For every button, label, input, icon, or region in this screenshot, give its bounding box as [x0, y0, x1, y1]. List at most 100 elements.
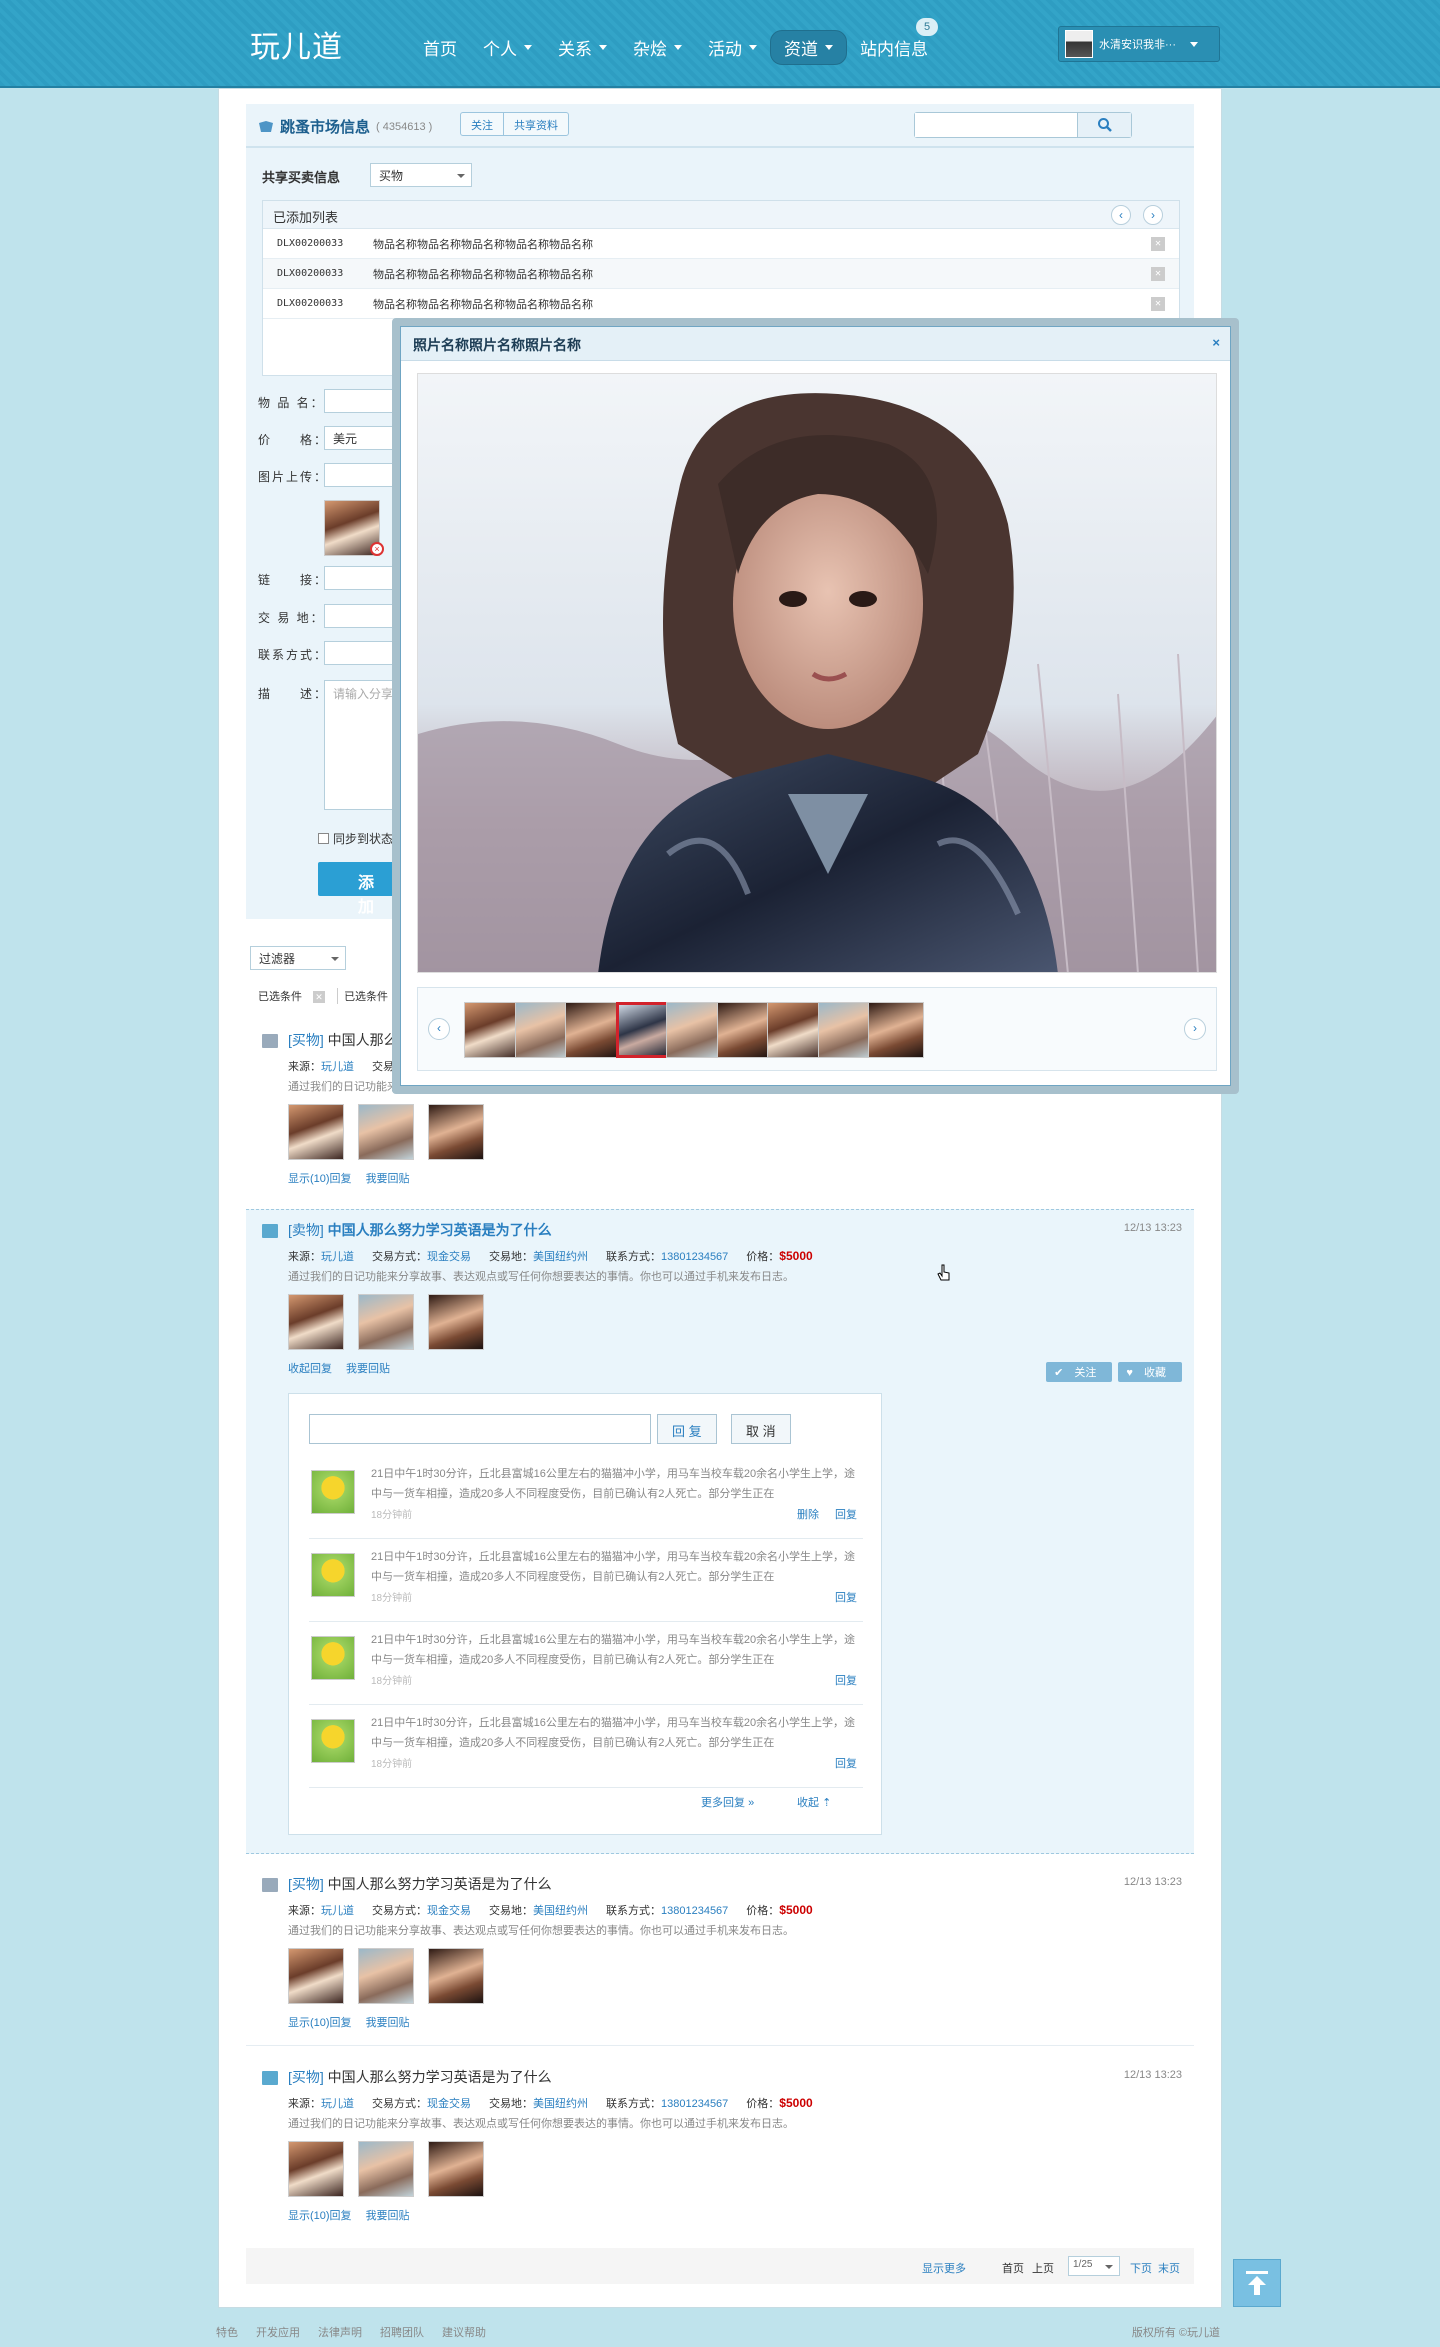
- share-materials-button[interactable]: 共享资料: [503, 113, 568, 135]
- footer-link[interactable]: 建议帮助: [442, 2324, 486, 2340]
- show-replies-link[interactable]: 显示(10)回复: [288, 1170, 352, 1186]
- close-icon[interactable]: ×: [1212, 335, 1220, 350]
- nav-activities[interactable]: 活动: [695, 30, 770, 65]
- avatar[interactable]: [311, 1470, 355, 1514]
- reply-submit-button[interactable]: 回 复: [657, 1414, 717, 1444]
- post-source-value[interactable]: 玩儿道: [321, 1905, 354, 1917]
- nav-misc[interactable]: 杂烩: [620, 30, 695, 65]
- nav-resources[interactable]: 资道: [770, 30, 847, 65]
- post-thumb[interactable]: [428, 1294, 484, 1350]
- avatar[interactable]: [311, 1719, 355, 1763]
- photo-thumb[interactable]: [565, 1002, 621, 1058]
- delete-comment-link[interactable]: 删除: [797, 1506, 819, 1522]
- avatar[interactable]: [311, 1636, 355, 1680]
- share-type-select[interactable]: 买物: [370, 163, 472, 187]
- footer-link[interactable]: 特色: [216, 2324, 238, 2340]
- post-thumb[interactable]: [358, 1948, 414, 2004]
- post-place-value[interactable]: 美国纽约州: [533, 1251, 588, 1263]
- first-page-link[interactable]: 首页: [1002, 2260, 1024, 2276]
- footer-link[interactable]: 开发应用: [256, 2324, 300, 2340]
- photo-thumb[interactable]: [514, 1002, 571, 1058]
- photo-thumb[interactable]: [666, 1002, 722, 1058]
- photo-thumb[interactable]: [817, 1002, 874, 1058]
- post-title[interactable]: [卖物] 中国人那么努力学习英语是为了什么: [288, 1220, 552, 1240]
- user-menu[interactable]: 水清安识我非···: [1058, 26, 1220, 62]
- post-trade-value[interactable]: 现金交易: [427, 1251, 471, 1263]
- filter-chip[interactable]: 已选条件 ✕: [258, 988, 326, 1004]
- photo-thumb[interactable]: [615, 1002, 672, 1058]
- reply-comment-link[interactable]: 回复: [835, 1589, 857, 1605]
- collapse-link[interactable]: 收起 ⇡: [797, 1794, 831, 1810]
- remove-icon[interactable]: ✕: [313, 991, 326, 1003]
- page-select[interactable]: 1/25: [1068, 2256, 1120, 2276]
- last-page-link[interactable]: 末页: [1158, 2260, 1180, 2276]
- prev-page-link[interactable]: 上页: [1032, 2260, 1054, 2276]
- prev-arrow-icon[interactable]: ‹: [1111, 205, 1131, 225]
- photo-main-image[interactable]: [417, 373, 1217, 973]
- reply-comment-link[interactable]: 回复: [835, 1672, 857, 1688]
- post-place-value[interactable]: 美国纽约州: [533, 2098, 588, 2110]
- remove-icon[interactable]: ✕: [1151, 296, 1165, 311]
- reply-cancel-button[interactable]: 取 消: [731, 1414, 791, 1444]
- remove-icon[interactable]: ✕: [1151, 236, 1165, 251]
- show-replies-link[interactable]: 显示(10)回复: [288, 2207, 352, 2223]
- post-thumb[interactable]: [428, 1948, 484, 2004]
- post-thumb[interactable]: [288, 1104, 344, 1160]
- show-more-link[interactable]: 显示更多: [922, 2260, 966, 2276]
- post-thumb[interactable]: [288, 1294, 344, 1350]
- post-title[interactable]: [买物] 中国人那么: [288, 1030, 398, 1050]
- post-thumb[interactable]: [428, 1104, 484, 1160]
- post-thumb[interactable]: [358, 1294, 414, 1350]
- post-source-value[interactable]: 玩儿道: [321, 1061, 354, 1073]
- post-trade-value[interactable]: 现金交易: [427, 2098, 471, 2110]
- next-arrow-icon[interactable]: ›: [1143, 205, 1163, 225]
- remove-icon[interactable]: ✕: [1151, 266, 1165, 281]
- post-thumb[interactable]: [428, 2141, 484, 2197]
- search-button[interactable]: [1077, 113, 1131, 137]
- reply-post-link[interactable]: 我要回贴: [346, 1360, 390, 1376]
- reply-post-link[interactable]: 我要回贴: [366, 2207, 410, 2223]
- delete-image-icon[interactable]: ×: [370, 542, 384, 556]
- post-links: 显示(10)回复 我要回贴: [288, 2014, 410, 2030]
- post-trade-value[interactable]: 现金交易: [427, 1905, 471, 1917]
- reply-comment-link[interactable]: 回复: [835, 1506, 857, 1522]
- post-source-value[interactable]: 玩儿道: [321, 2098, 354, 2110]
- post-source-value[interactable]: 玩儿道: [321, 1251, 354, 1263]
- post-thumb[interactable]: [358, 2141, 414, 2197]
- nav-relations[interactable]: 关系: [545, 30, 620, 65]
- photo-thumb[interactable]: [868, 1002, 924, 1058]
- more-replies-link[interactable]: 更多回复 »: [701, 1794, 754, 1810]
- post-title[interactable]: [买物] 中国人那么努力学习英语是为了什么: [288, 1874, 552, 1894]
- nav-home[interactable]: 首页: [410, 30, 470, 65]
- nav-personal[interactable]: 个人: [470, 30, 545, 65]
- post-place-value[interactable]: 美国纽约州: [533, 1905, 588, 1917]
- reply-post-link[interactable]: 我要回贴: [366, 1170, 410, 1186]
- site-logo[interactable]: 玩儿道: [250, 22, 343, 66]
- filter-chip[interactable]: 已选条件: [337, 988, 388, 1004]
- sync-checkbox[interactable]: [318, 833, 329, 844]
- photo-thumb[interactable]: [464, 1002, 520, 1058]
- back-to-top-button[interactable]: [1233, 2259, 1281, 2307]
- post-thumb[interactable]: [288, 2141, 344, 2197]
- next-arrow-icon[interactable]: ›: [1184, 1018, 1206, 1040]
- post-thumb[interactable]: [288, 1948, 344, 2004]
- photo-thumb[interactable]: [767, 1002, 823, 1058]
- reply-post-link[interactable]: 我要回贴: [366, 2014, 410, 2030]
- collapse-replies-link[interactable]: 收起回复: [288, 1360, 332, 1376]
- follow-post-button[interactable]: ✔ 关注: [1046, 1362, 1113, 1382]
- post-thumb[interactable]: [358, 1104, 414, 1160]
- footer-link[interactable]: 法律声明: [318, 2324, 362, 2340]
- footer-link[interactable]: 招聘团队: [380, 2324, 424, 2340]
- prev-arrow-icon[interactable]: ‹: [428, 1018, 450, 1040]
- follow-group-button[interactable]: 关注: [461, 113, 503, 135]
- post-title[interactable]: [买物] 中国人那么努力学习英语是为了什么: [288, 2067, 552, 2087]
- show-replies-link[interactable]: 显示(10)回复: [288, 2014, 352, 2030]
- reply-input[interactable]: [309, 1414, 651, 1444]
- next-page-link[interactable]: 下页: [1130, 2260, 1152, 2276]
- photo-thumb[interactable]: [716, 1002, 773, 1058]
- search-input[interactable]: [915, 113, 1075, 137]
- favorite-button[interactable]: ♥ 收藏: [1118, 1362, 1182, 1382]
- avatar[interactable]: [311, 1553, 355, 1597]
- filter-select[interactable]: 过滤器: [250, 946, 346, 970]
- reply-comment-link[interactable]: 回复: [835, 1755, 857, 1771]
